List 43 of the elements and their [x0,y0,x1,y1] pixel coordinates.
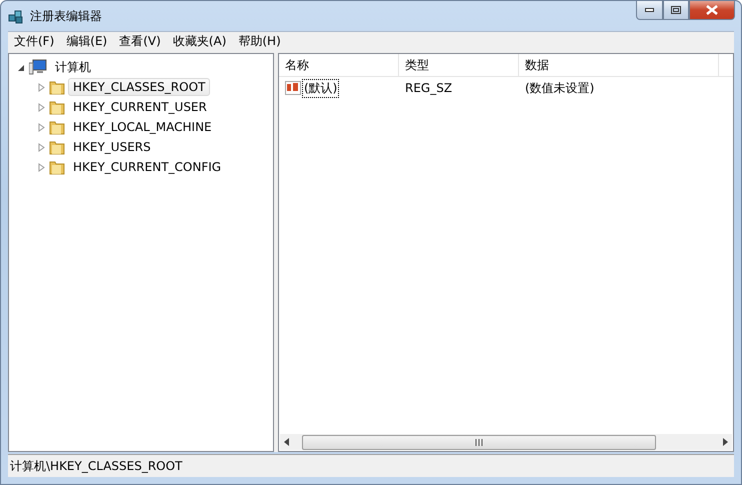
folder-icon [49,160,65,174]
expand-arrow-icon[interactable] [37,162,46,172]
minimize-button[interactable] [636,1,663,20]
close-icon [706,5,718,15]
scroll-right-icon[interactable] [722,438,728,446]
registry-cubes-icon [8,8,24,24]
tree-item[interactable]: HKEY_CURRENT_CONFIG [68,158,226,176]
maximize-button[interactable] [663,1,689,20]
scroll-thumb[interactable] [302,434,656,450]
grip-icon [475,438,483,446]
status-path: 计算机\HKEY_CLASSES_ROOT [10,458,182,474]
menu-item[interactable]: 文件(F) [8,33,60,50]
table-cell-text: (数值未设置) [524,80,596,96]
folder-icon [49,140,65,154]
menu-item[interactable]: 帮助(H) [232,33,287,50]
window-title: 注册表编辑器 [30,8,102,24]
expand-arrow-icon[interactable] [37,82,46,92]
close-button[interactable] [689,1,735,20]
tree-item[interactable]: HKEY_CLASSES_ROOT [68,78,210,96]
column-header[interactable]: 名称 [279,54,399,76]
minimize-icon [645,8,654,12]
computer-icon [29,59,47,75]
table-cell-text: REG_SZ [404,81,454,95]
collapse-arrow-icon[interactable] [17,62,26,72]
menu-item[interactable]: 编辑(E) [60,33,114,50]
horizontal-scrollbar[interactable] [280,434,732,450]
folder-icon [49,100,65,114]
folder-icon [49,120,65,134]
tree-item[interactable]: HKEY_CURRENT_USER [68,98,212,116]
tree-item[interactable]: HKEY_LOCAL_MACHINE [68,118,217,136]
maximize-icon [671,6,681,14]
folder-icon [49,80,65,94]
scroll-left-icon[interactable] [284,438,290,446]
column-header[interactable]: 类型 [399,54,519,76]
tree-item[interactable]: HKEY_USERS [68,138,156,156]
expand-arrow-icon[interactable] [37,102,46,112]
menu-item[interactable]: 收藏夹(A) [166,33,232,50]
tree-item[interactable]: 计算机 [50,56,96,78]
expand-arrow-icon[interactable] [37,122,46,132]
menu-item[interactable]: 查看(V) [113,33,167,50]
expand-arrow-icon[interactable] [37,142,46,152]
table-cell[interactable]: (默认) [302,78,340,98]
column-header[interactable]: 数据 [519,54,719,76]
